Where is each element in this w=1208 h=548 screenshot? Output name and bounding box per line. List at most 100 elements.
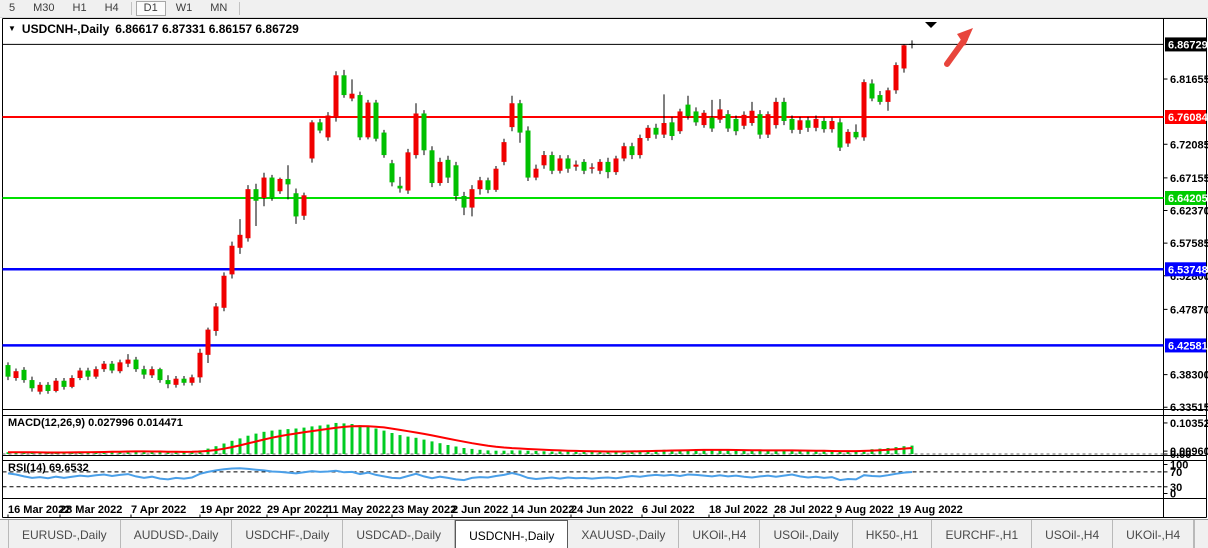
- candle-body: [150, 369, 155, 375]
- timeframe-button-M30[interactable]: M30: [25, 1, 62, 16]
- candle-body: [486, 180, 491, 190]
- candle-body: [262, 178, 267, 198]
- time-axis-label: 23 May 2022: [392, 504, 456, 516]
- candle-body: [678, 111, 683, 131]
- candle-body: [798, 120, 803, 130]
- candle-body: [350, 94, 355, 99]
- symbol-tab-xauusd-daily[interactable]: XAUUSD-,Daily: [568, 520, 679, 548]
- candle-body: [30, 380, 35, 388]
- candle-body: [574, 165, 579, 167]
- candle-body: [854, 132, 859, 137]
- candle-body: [718, 109, 723, 119]
- candle-body: [894, 65, 899, 90]
- candle-body: [390, 163, 395, 182]
- timeframe-button-5[interactable]: 5: [1, 1, 23, 16]
- timeframe-button-D1[interactable]: D1: [136, 1, 166, 16]
- candle-body: [694, 111, 699, 122]
- candle-body: [902, 45, 907, 68]
- candle-body: [614, 158, 619, 172]
- chart-symbol-label: USDCNH-,Daily: [22, 22, 109, 36]
- symbol-tab-hk50-h1[interactable]: HK50-,H1: [853, 520, 933, 548]
- price-tick-label: 6.81655: [1170, 74, 1208, 86]
- time-axis[interactable]: 16 Mar 202228 Mar 20227 Apr 202219 Apr 2…: [8, 504, 963, 518]
- symbol-tab-usoil-daily[interactable]: USOil-,Daily: [760, 520, 852, 548]
- candle-body: [342, 75, 347, 95]
- price-tick-label: 6.67155: [1170, 173, 1208, 185]
- candle-body: [158, 369, 163, 380]
- timeframe-button-W1[interactable]: W1: [168, 1, 201, 16]
- candle-body: [358, 95, 363, 137]
- candle-body: [230, 246, 235, 275]
- candle-body: [582, 162, 587, 171]
- candle-body: [46, 385, 51, 391]
- symbol-tab-eurusd-daily[interactable]: EURUSD-,Daily: [8, 520, 121, 548]
- macd-axis-label: 0.10352: [1170, 418, 1208, 430]
- candle-body: [494, 169, 499, 190]
- symbol-tab-ukoil-h4[interactable]: UKOil-,H4: [679, 520, 760, 548]
- timeframe-button-H4[interactable]: H4: [97, 1, 127, 16]
- candle-body: [6, 365, 11, 377]
- candle-body: [886, 90, 891, 102]
- candle-body: [334, 75, 339, 117]
- price-badge-label: 6.86729: [1168, 39, 1208, 51]
- time-axis-label: 7 Apr 2022: [131, 504, 186, 516]
- timeframe-button-H1[interactable]: H1: [65, 1, 95, 16]
- candle-body: [326, 116, 331, 138]
- candle-body: [758, 114, 763, 134]
- candle-body: [822, 121, 827, 129]
- candle-body: [838, 122, 843, 147]
- symbol-tab-ukoil-h4[interactable]: UKOil-,H4: [1113, 520, 1194, 548]
- candle-body: [118, 362, 123, 371]
- candle-body: [222, 276, 227, 308]
- candle-body: [830, 121, 835, 129]
- symbol-tab-eurchf-h1[interactable]: EURCHF-,H1: [932, 520, 1032, 548]
- candle-body: [166, 380, 171, 384]
- candle-body: [862, 82, 867, 137]
- time-axis-label: 2 Jun 2022: [452, 504, 508, 516]
- candle-body: [662, 123, 667, 135]
- candle-body: [606, 162, 611, 172]
- candle-body: [686, 105, 691, 117]
- candle-body: [278, 179, 283, 191]
- candle-body: [814, 119, 819, 128]
- time-axis-label: 19 Aug 2022: [899, 504, 963, 516]
- time-axis-label: 28 Mar 2022: [60, 504, 122, 516]
- time-axis-label: 28 Jul 2022: [774, 504, 833, 516]
- symbol-tab-usdchf-daily[interactable]: USDCHF-,Daily: [232, 520, 343, 548]
- symbol-tab-usdcnh-daily[interactable]: USDCNH-,Daily: [455, 520, 568, 548]
- candle-body: [206, 330, 211, 355]
- candle-body: [126, 360, 131, 364]
- candle-body: [510, 103, 515, 127]
- candle-body: [734, 119, 739, 131]
- time-axis-label: 6 Jul 2022: [642, 504, 695, 516]
- candle-body: [110, 364, 115, 371]
- candle-body: [726, 114, 731, 128]
- candle-body: [318, 122, 323, 130]
- candle-body: [654, 128, 659, 135]
- chart-canvas[interactable]: 6.816556.720856.671556.623706.575856.528…: [0, 0, 1208, 548]
- candle-body: [398, 186, 403, 189]
- candle-body: [638, 138, 643, 155]
- chart-ohlc-values: 6.86617 6.87331 6.86157 6.86729: [115, 22, 299, 36]
- candle-body: [438, 162, 443, 183]
- candle-body: [750, 111, 755, 123]
- candle-body: [294, 193, 299, 216]
- symbol-tab-audusd-daily[interactable]: AUDUSD-,Daily: [121, 520, 233, 548]
- candle-body: [462, 196, 467, 208]
- toolbar-separator: [131, 2, 132, 15]
- candle-body: [670, 122, 675, 136]
- symbol-tab-usdcad-daily[interactable]: USDCAD-,Daily: [343, 520, 455, 548]
- candle-body: [742, 115, 747, 126]
- symbol-tab-usoil-h4[interactable]: USOil-,H4: [1032, 520, 1113, 548]
- candle-body: [62, 381, 67, 387]
- candle-body: [478, 180, 483, 189]
- price-tick-label: 6.62370: [1170, 206, 1208, 218]
- candle-body: [102, 364, 107, 369]
- rsi-axis-label: 0: [1170, 489, 1176, 501]
- timeframe-button-MN[interactable]: MN: [202, 1, 235, 16]
- price-badge-label: 6.64205: [1168, 193, 1208, 205]
- chart-menu-icon[interactable]: ▼: [8, 25, 16, 33]
- candle-body: [702, 113, 707, 125]
- rsi-axis-label: 70: [1170, 467, 1182, 479]
- candle-body: [566, 158, 571, 168]
